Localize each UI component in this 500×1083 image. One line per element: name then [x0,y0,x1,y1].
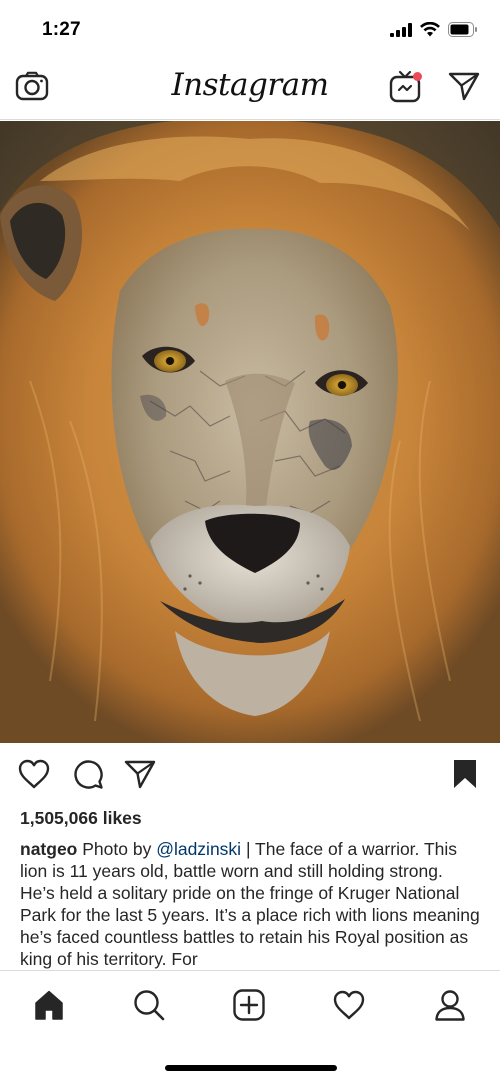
signal-icon [390,22,412,42]
activity-heart-icon [333,990,365,1025]
bookmark-icon [452,759,478,794]
post-caption: natgeo Photo by @ladzinski | The face of… [20,838,482,970]
direct-message-icon [448,71,480,106]
heart-icon [18,759,50,794]
save-button[interactable] [447,758,483,794]
nav-profile[interactable] [428,985,472,1029]
status-icons [390,21,478,42]
status-time: 1:27 [42,19,81,40]
likes-count[interactable]: 1,505,066 likes [20,808,142,829]
direct-message-button[interactable] [444,68,484,108]
comment-button[interactable] [70,758,106,794]
lion-face-photo [0,121,500,743]
profile-icon [434,989,466,1026]
nav-search[interactable] [127,985,171,1029]
caption-prefix: Photo by [77,839,157,859]
post-actions [0,744,500,804]
share-button[interactable] [122,758,158,794]
post-image[interactable] [0,121,500,743]
status-bar: 1:27 [0,0,500,58]
like-button[interactable] [16,758,52,794]
igtv-button[interactable] [386,68,426,108]
caption-username[interactable]: natgeo [20,839,77,859]
nav-activity[interactable] [327,985,371,1029]
search-icon [133,989,165,1026]
home-icon [33,989,65,1026]
share-icon [124,759,156,794]
caption-mention[interactable]: @ladzinski [156,839,241,859]
new-post-icon [233,988,265,1026]
bottom-nav [0,970,500,1083]
wifi-icon [420,21,440,42]
nav-home[interactable] [27,985,71,1029]
home-indicator[interactable] [165,1065,337,1071]
notification-dot [413,72,422,81]
battery-icon [448,22,478,42]
nav-new-post[interactable] [227,985,271,1029]
app-header: Instagram [0,58,500,120]
comment-icon [72,758,104,795]
